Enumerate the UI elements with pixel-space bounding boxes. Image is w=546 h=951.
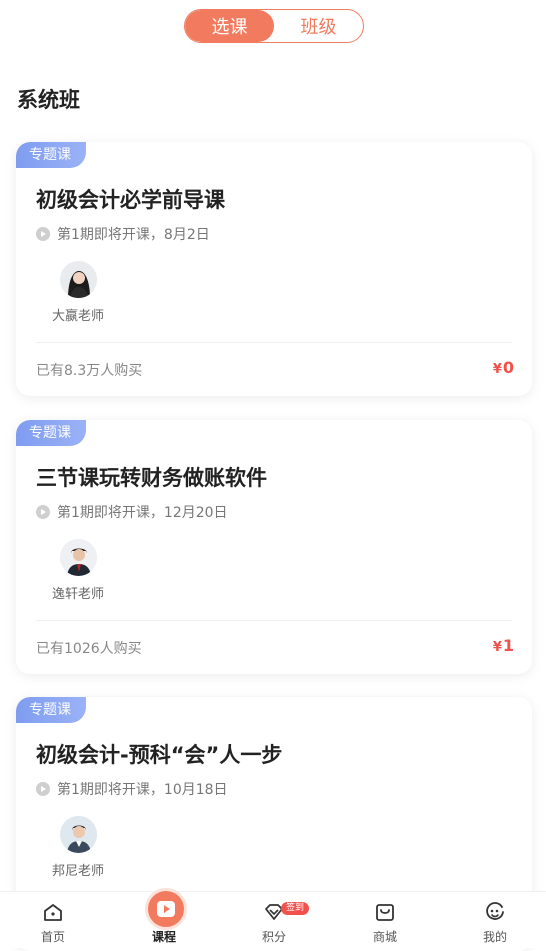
tab-select-course[interactable]: 选课 [185,10,274,42]
course-tag: 专题课 [16,142,86,168]
teacher-avatar [60,539,97,576]
buyers-count: 已有8.3万人购买 [36,363,143,379]
section-title: 系统班 [17,88,80,112]
teacher-avatar [60,816,97,853]
course-card[interactable]: 专题课 三节课玩转财务做账软件 第1期即将开课，12月20日 逸轩老师 已有10… [16,420,532,674]
session-info: 第1期即将开课，10月18日 [36,779,228,799]
session-info: 第1期即将开课，12月20日 [36,502,228,522]
nav-mall-label: 商城 [372,930,397,944]
nav-mall[interactable]: 商城 [345,892,425,948]
price: ¥1 [493,636,514,655]
nav-mine-label: 我的 [482,930,507,944]
segment-toggle: 选课 班级 [184,9,364,43]
course-title: 初级会计必学前导课 [36,188,225,212]
session-text: 第1期即将开课，8月2日 [57,227,210,243]
course-card[interactable]: 专题课 初级会计必学前导课 第1期即将开课，8月2日 大嬴老师 已有8.3万人购… [16,142,532,396]
session-text: 第1期即将开课，10月18日 [57,782,228,798]
play-icon [36,505,50,519]
price-symbol: ¥ [492,362,502,377]
shopping-bag-icon [376,904,394,921]
nav-home[interactable]: 首页 [13,892,93,948]
divider [36,620,512,621]
session-info: 第1期即将开课，8月2日 [36,224,210,244]
teacher-name: 逸轩老师 [52,587,105,602]
play-icon [36,782,50,796]
checkin-badge: 签到 [281,902,310,915]
teacher-avatar [60,261,97,298]
nav-points-label: 积分 [261,930,286,944]
bottom-tab-bar: 首页 课程 积分 商城 我的 [0,891,546,948]
tab-class[interactable]: 班级 [274,10,363,42]
teacher-name: 大嬴老师 [52,309,105,324]
nav-home-label: 首页 [40,930,65,944]
play-icon [36,227,50,241]
teacher-name: 邦尼老师 [52,864,105,879]
smiley-face-icon [486,902,504,920]
course-title: 初级会计-预科“会”人一步 [36,743,283,767]
course-tag: 专题课 [16,697,86,723]
divider [36,342,512,343]
price-value: 0 [502,358,514,377]
price-symbol: ¥ [492,640,502,655]
nav-points[interactable]: 积分 [234,892,314,948]
course-tag: 专题课 [16,420,86,446]
price-value: 1 [502,636,514,655]
buyers-count: 已有1026人购买 [36,641,142,657]
price: ¥0 [493,358,514,377]
course-title: 三节课玩转财务做账软件 [36,466,267,490]
home-icon [44,904,62,921]
course-play-icon[interactable] [145,888,187,930]
session-text: 第1期即将开课，12月20日 [57,505,228,521]
nav-mine[interactable]: 我的 [455,892,535,948]
